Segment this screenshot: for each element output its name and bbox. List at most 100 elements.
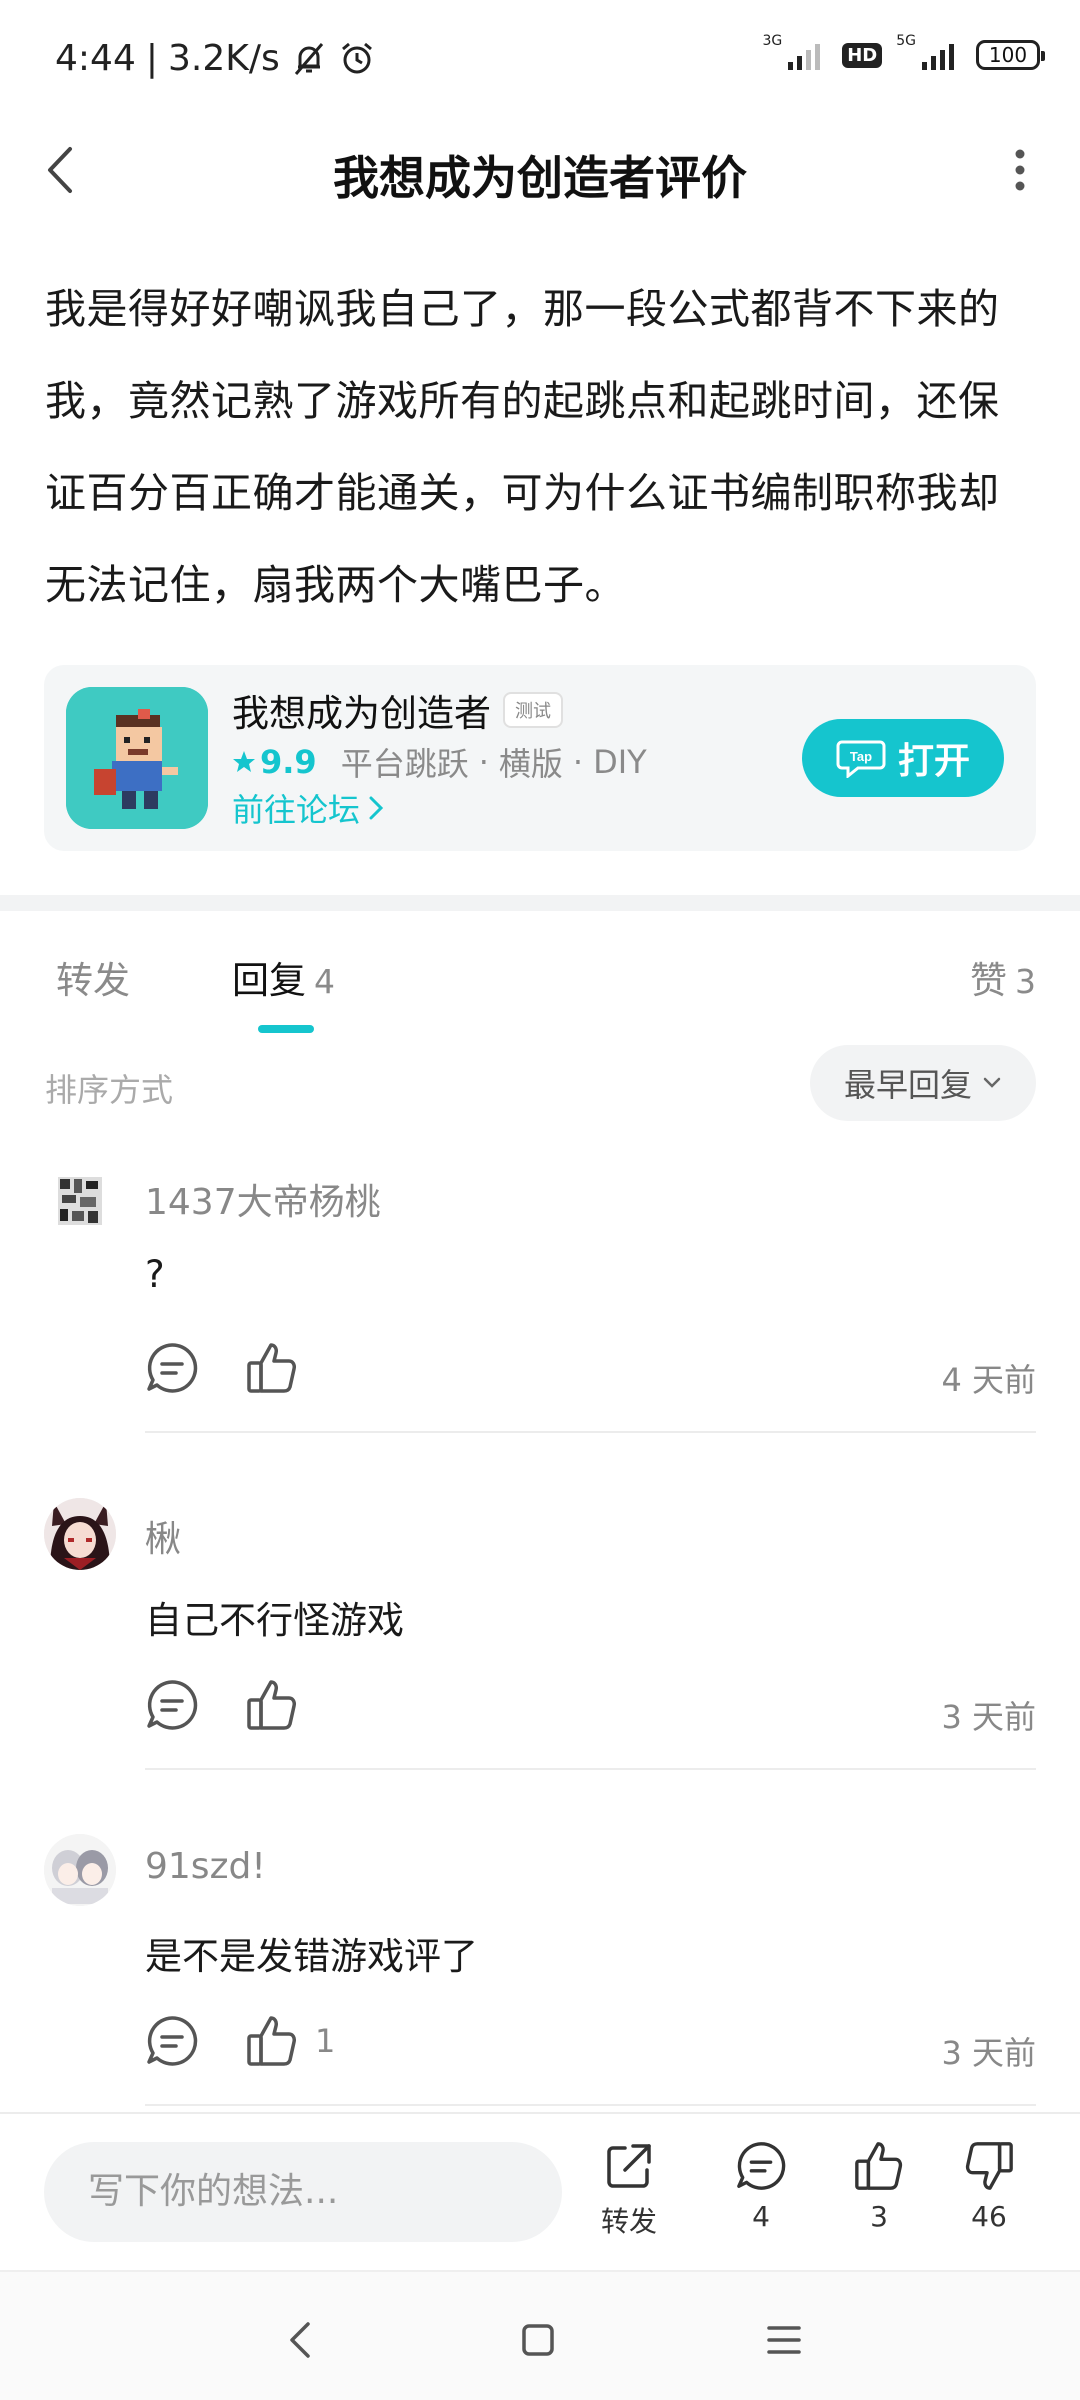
post-dislike-count: 46 xyxy=(971,2200,1007,2233)
thumbs-up-icon xyxy=(247,2016,296,2066)
status-time: 4:44 xyxy=(55,38,136,79)
network-5g-label: 5G xyxy=(896,33,916,49)
comment-author[interactable]: 楸 xyxy=(145,1510,181,1562)
tab-likes[interactable]: 赞3 xyxy=(970,950,1036,1004)
like-button[interactable] xyxy=(245,1678,315,1732)
network-3g-label: 3G xyxy=(762,33,783,49)
chevron-right-icon xyxy=(369,796,384,820)
forum-link[interactable]: 前往论坛 xyxy=(232,785,384,831)
reply-button[interactable] xyxy=(145,1678,199,1732)
comment-author[interactable]: 1437大帝杨桃 xyxy=(145,1173,381,1225)
status-bar: 4:44 | 3.2K/s 3G HD 5G 100 xyxy=(0,0,1080,120)
avatar[interactable] xyxy=(44,1165,116,1237)
comment-actions xyxy=(145,1341,315,1395)
tab-likes-label: 赞 xyxy=(970,959,1007,1002)
sort-value: 最早回复 xyxy=(843,1066,972,1104)
open-button[interactable]: Tap 打开 xyxy=(802,719,1004,797)
comment-time: 4 天前 xyxy=(941,1361,1036,1399)
nav-home-button[interactable] xyxy=(508,2310,568,2370)
comment-body: 自己不行怪游戏 xyxy=(145,1599,404,1642)
mute-bell-icon xyxy=(294,42,323,75)
section-divider xyxy=(0,895,1080,911)
system-nav-bar xyxy=(0,2270,1080,2400)
status-right: 3G HD 5G 100 xyxy=(762,33,1045,70)
more-vertical-icon xyxy=(1015,149,1025,191)
tag-separator: · xyxy=(572,743,584,781)
comment-bubble-icon xyxy=(147,1680,198,1730)
forum-link-label: 前往论坛 xyxy=(232,791,361,829)
avatar[interactable] xyxy=(44,1498,116,1570)
status-speed: 3.2K/s xyxy=(167,38,280,79)
thumbs-up-icon xyxy=(855,2142,903,2190)
signal-icon xyxy=(922,44,954,70)
tab-active-indicator xyxy=(258,1025,314,1033)
comment-divider xyxy=(145,2104,1036,2106)
dislike-post-button[interactable]: 46 xyxy=(934,2140,1044,2233)
comment-item: 楸 自己不行怪游戏 3 天前 xyxy=(0,1498,1080,1832)
tab-bar: 转发 回复 4 赞3 xyxy=(0,940,1080,1040)
game-tag: DIY xyxy=(593,743,647,781)
avatar[interactable] xyxy=(44,1834,116,1906)
more-button[interactable] xyxy=(990,140,1050,200)
game-meta: 9.9 平台跳跃 · 横版 · DIY xyxy=(232,739,647,785)
star-icon xyxy=(233,751,255,772)
open-button-label: 打开 xyxy=(897,741,970,782)
tab-reply-label: 回复 xyxy=(232,959,306,1002)
comment-count-button[interactable]: 4 xyxy=(706,2140,816,2233)
comment-time: 3 天前 xyxy=(941,2034,1036,2072)
comment-author[interactable]: 91szd! xyxy=(145,1846,266,1887)
comment-time: 3 天前 xyxy=(941,1698,1036,1736)
game-name: 我想成为创造者 xyxy=(232,692,491,735)
comment-input[interactable]: 写下你的想法... xyxy=(44,2142,562,2242)
comment-body: 是不是发错游戏评了 xyxy=(145,1935,478,1978)
battery-indicator: 100 xyxy=(976,40,1045,70)
hd-badge: HD xyxy=(842,42,883,68)
taptap-icon: Tap xyxy=(836,740,886,778)
reply-button[interactable] xyxy=(145,2014,199,2068)
game-name-row: 我想成为创造者 测试 xyxy=(232,683,563,737)
bottom-action-bar: 写下你的想法... 转发 4 3 46 xyxy=(0,2112,1080,2270)
tag-separator: · xyxy=(478,743,489,781)
comment-bubble-icon xyxy=(147,2016,198,2066)
repost-button[interactable]: 转发 xyxy=(574,2140,684,2240)
rating-value: 9.9 xyxy=(260,743,317,781)
game-card[interactable]: 我想成为创造者 测试 9.9 平台跳跃 · 横版 · DIY 前往论坛 Tap … xyxy=(44,665,1036,851)
nav-menu-button[interactable] xyxy=(754,2310,814,2370)
review-text: 我是得好好嘲讽我自己了，那一段公式都背不下来的我，竟然记熟了游戏所有的起跳点和起… xyxy=(45,285,1000,609)
comment-actions xyxy=(145,1678,315,1732)
nav-back-button[interactable] xyxy=(270,2310,330,2370)
tab-repost-label: 转发 xyxy=(56,959,130,1002)
thumbs-down-icon xyxy=(965,2142,1013,2190)
comment-item: 1437大帝杨桃 ? 4 天前 xyxy=(0,1165,1080,1495)
comment-count: 4 xyxy=(752,2200,770,2233)
page-title: 我想成为创造者评价 xyxy=(333,151,747,205)
test-badge: 测试 xyxy=(503,692,563,728)
game-rating: 9.9 xyxy=(232,743,317,781)
share-icon xyxy=(607,2144,651,2188)
like-post-button[interactable]: 3 xyxy=(824,2140,934,2233)
game-app-icon xyxy=(66,687,208,829)
comment-bubble-icon xyxy=(737,2142,786,2190)
tab-likes-count: 3 xyxy=(1015,962,1036,1001)
alarm-icon xyxy=(341,42,372,73)
game-tag: 平台跳跃 xyxy=(340,745,469,783)
signal-icon xyxy=(788,44,821,70)
svg-text:Tap: Tap xyxy=(850,749,872,764)
tab-repost[interactable]: 转发 xyxy=(56,950,130,1004)
reply-button[interactable] xyxy=(145,1341,199,1395)
like-button[interactable] xyxy=(245,1341,315,1395)
thumbs-up-icon xyxy=(247,1680,296,1730)
tab-reply-count: 4 xyxy=(314,962,335,1001)
like-button[interactable]: 1 xyxy=(245,2014,335,2068)
comment-body: ? xyxy=(145,1253,165,1296)
status-separator: | xyxy=(145,38,158,79)
tab-reply[interactable]: 回复 4 xyxy=(232,950,335,1004)
comment-actions: 1 xyxy=(145,2014,335,2068)
header: 我想成为创造者评价 xyxy=(0,120,1080,230)
sort-dropdown[interactable]: 最早回复 xyxy=(810,1045,1036,1121)
game-tag: 横版 xyxy=(498,745,563,783)
repost-label: 转发 xyxy=(600,2205,657,2238)
post-like-count: 3 xyxy=(870,2200,888,2233)
sort-label: 排序方式 xyxy=(45,1071,174,1109)
like-count: 1 xyxy=(315,2022,336,2060)
